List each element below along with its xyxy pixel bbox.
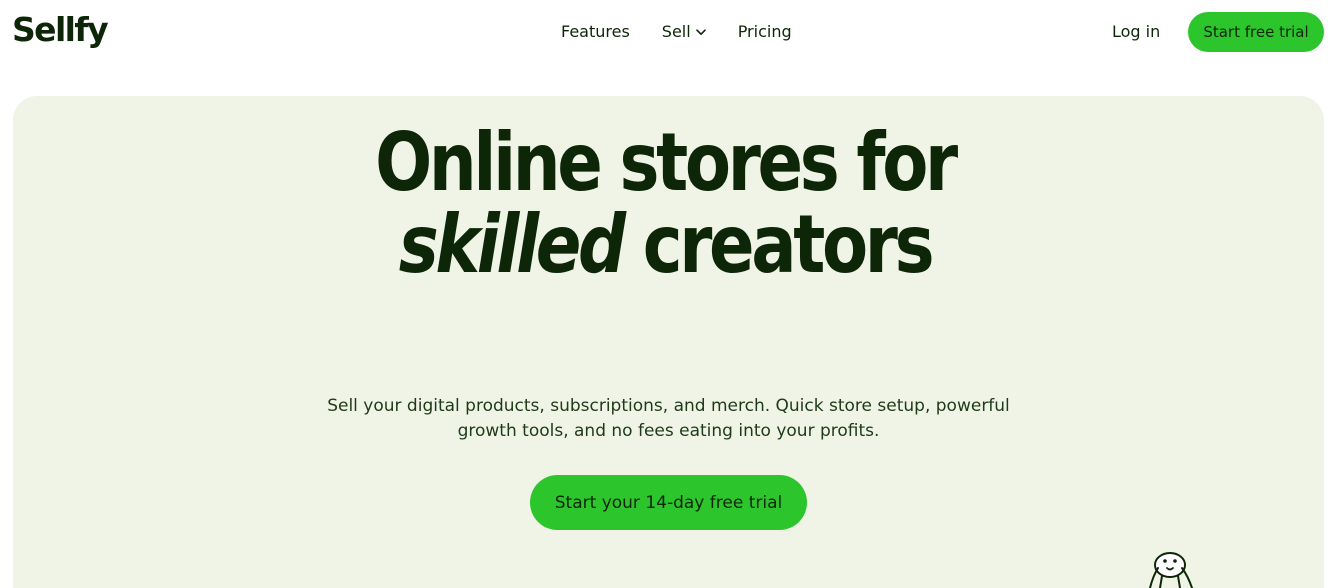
nav-item-pricing[interactable]: Pricing — [738, 18, 792, 46]
sellfy-logo[interactable]: Sellfy — [12, 8, 109, 52]
nav-item-sell[interactable]: Sell — [662, 18, 706, 46]
hero-subtitle: Sell your digital products, subscription… — [327, 396, 1010, 441]
hero-headline: Online stores for skilled creators — [0, 122, 1330, 286]
page: Sellfy Features Sell Pricing Log in Star… — [0, 0, 1330, 588]
headline-rest: creators — [622, 198, 935, 291]
start-free-trial-button[interactable]: Start free trial — [1188, 12, 1324, 52]
chevron-down-icon — [695, 28, 706, 36]
nav-item-label: Sell — [661, 22, 691, 41]
site-header: Sellfy Features Sell Pricing Log in Star… — [0, 0, 1330, 64]
main-nav: Features Sell Pricing — [561, 18, 792, 46]
nav-item-label: Features — [561, 22, 630, 41]
start-14-day-trial-button[interactable]: Start your 14-day free trial — [530, 475, 807, 530]
headline-emphasis: skilled — [398, 198, 626, 291]
creator-doodle-icon — [1149, 552, 1193, 588]
nav-item-features[interactable]: Features — [561, 18, 630, 46]
headline-line-1: Online stores for — [375, 116, 958, 209]
headline-line-2: skilled creators — [106, 204, 1223, 286]
nav-item-label: Pricing — [737, 22, 792, 41]
login-link[interactable]: Log in — [1112, 18, 1160, 46]
